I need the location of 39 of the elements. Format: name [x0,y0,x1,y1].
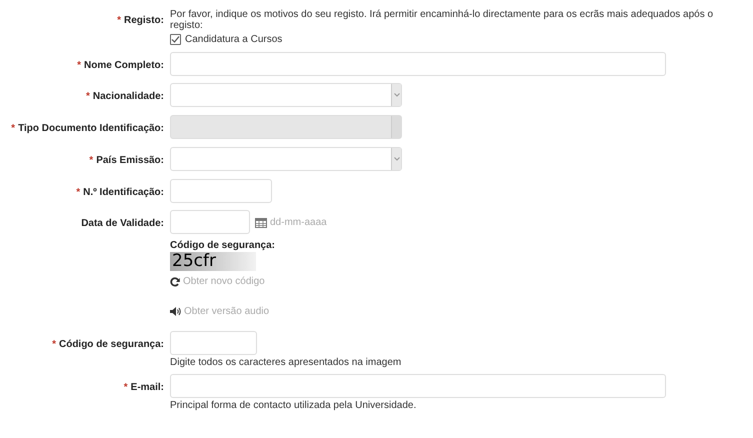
instruction-text: Por favor, indique os motivos do seu registo. Irá permitir encaminhá-lo directamente para os ecrãs mais adequados após o registo: [170,9,714,31]
chevron-down-icon [394,157,400,161]
field-label: Data de Validade: [81,217,164,231]
required-mark: * [52,338,56,352]
input-field[interactable] [170,331,257,355]
required-mark: * [77,59,81,73]
captcha-heading: Código de segurança: [170,240,276,252]
refresh-icon [170,276,180,286]
required-mark: * [117,14,121,28]
input-field[interactable] [170,52,666,76]
audio-version-link[interactable]: Obter versão audio [170,304,276,319]
required-mark: * [89,154,94,168]
speaker-icon [170,307,181,316]
field-label: Tipo Documento Identificação: [18,122,164,136]
required-mark: * [76,186,80,200]
field-label: Nome Completo: [84,59,164,73]
captcha-image: 25cfr [170,252,256,271]
field-label: Nacionalidade: [92,90,164,104]
input-field[interactable] [170,374,666,398]
required-mark: * [11,122,16,136]
chevron-down-icon [394,93,400,97]
required-mark: * [86,90,90,104]
required-mark: * [124,381,128,395]
dropdown[interactable] [170,83,402,107]
field-label: Código de segurança: [58,338,164,352]
refresh-code-link[interactable]: Obter novo código [170,274,276,289]
dropdown[interactable] [170,147,402,171]
help-text: Digite todos os caracteres apresentados na imagem [170,357,402,369]
date-field[interactable] [170,210,250,234]
help-text: Principal forma de contacto utilizada pela Universidade. [170,400,418,412]
calendar-icon[interactable] [255,216,267,228]
field-label: Registo: [124,14,164,28]
field-label: País Emissão: [96,154,164,168]
checkbox-label: Candidatura a Cursos [185,33,282,47]
date-format-hint: dd-mm-aaaa [270,216,327,230]
field-label: N.º Identificação: [83,186,164,200]
input-field[interactable] [170,179,272,203]
checkbox[interactable] [170,34,181,45]
field-label: E-mail: [130,381,164,395]
